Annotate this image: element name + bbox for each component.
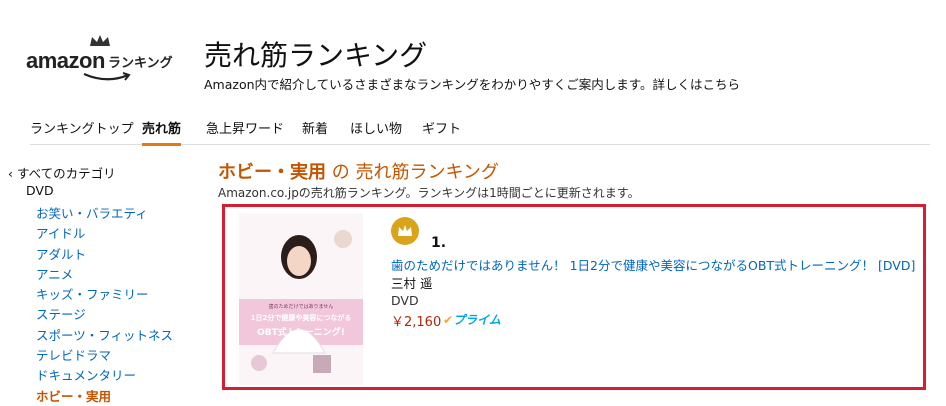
logo-amazon-text: amazon — [26, 48, 105, 73]
sidebar-item-hobby[interactable]: ホビー・実用 — [8, 386, 208, 406]
prime-label: プライム — [453, 313, 501, 327]
sidebar-item-kids[interactable]: キッズ・ファミリー — [8, 284, 208, 304]
sidebar-item-adult[interactable]: アダルト — [8, 244, 208, 264]
product-price: ￥2,160 — [391, 315, 442, 330]
ranking-item-highlight: 歯のためだけではありません 1日2分で健康や美容につながる OBT式トレーニング… — [222, 204, 926, 390]
cover-art — [239, 213, 363, 385]
product-author: 三村 遥 — [391, 276, 433, 291]
rank-number: 1. — [431, 235, 447, 251]
smile-arrow-icon — [83, 72, 131, 81]
crown-icon — [90, 35, 110, 46]
cover-top-text: 歯のためだけではありません — [268, 304, 334, 310]
cover-main-text: 1日2分で健康や美容につながる — [250, 314, 352, 322]
tab-wishlist[interactable]: ほしい物 — [350, 118, 402, 143]
category-heading: ホビー・実用 の 売れ筋ランキング — [218, 158, 499, 184]
logo-ranking-text: ランキング — [108, 56, 173, 71]
sidebar-item-anime[interactable]: アニメ — [8, 264, 208, 284]
ranking-tabs: ランキングトップ 売れ筋 急上昇ワード 新着 ほしい物 ギフト — [30, 118, 930, 146]
page-title: 売れ筋ランキング — [204, 39, 428, 72]
category-description: Amazon.co.jpの売れ筋ランキング。ランキングは1時間ごとに更新されます… — [218, 186, 640, 200]
category-heading-suffix: の 売れ筋ランキング — [326, 162, 499, 183]
sidebar-item-stage[interactable]: ステージ — [8, 304, 208, 324]
sidebar-item-sports[interactable]: スポーツ・フィットネス — [8, 325, 208, 345]
category-name: ホビー・実用 — [218, 162, 326, 183]
tab-new-releases[interactable]: 新着 — [302, 118, 328, 143]
prime-check-icon: ✔ — [443, 313, 454, 327]
tab-bestsellers[interactable]: 売れ筋 — [142, 118, 182, 146]
sidebar-all-categories[interactable]: ‹ すべてのカテゴリ — [8, 163, 208, 183]
prime-badge: ✔プライム — [443, 311, 501, 328]
cover-big-text: OBT式トレーニング! — [257, 328, 345, 338]
crown-icon — [398, 225, 412, 236]
product-title-link[interactable]: 歯のためだけではありません！ 1日2分で健康や美容につながるOBT式トレーニング… — [391, 255, 915, 274]
sidebar-parent-dvd[interactable]: DVD — [8, 183, 208, 203]
tab-gifts[interactable]: ギフト — [422, 118, 461, 143]
sidebar-item-documentary[interactable]: ドキュメンタリー — [8, 365, 208, 385]
sidebar-item-tv-drama[interactable]: テレビドラマ — [8, 345, 208, 365]
category-sidebar: ‹ すべてのカテゴリ DVD お笑い・バラエティ アイドル アダルト アニメ キ… — [8, 163, 208, 406]
sidebar-item-comedy[interactable]: お笑い・バラエティ — [8, 203, 208, 223]
sidebar-item-idol[interactable]: アイドル — [8, 223, 208, 243]
tab-ranking-top[interactable]: ランキングトップ — [30, 118, 134, 143]
page-subtitle[interactable]: Amazon内で紹介しているさまざまなランキングをわかりやすくご案内します。詳し… — [204, 74, 740, 93]
product-cover-image[interactable]: 歯のためだけではありません 1日2分で健康や美容につながる OBT式トレーニング… — [239, 213, 363, 385]
rank-badge — [391, 217, 419, 245]
tab-movers[interactable]: 急上昇ワード — [206, 118, 284, 143]
amazon-ranking-logo[interactable]: amazon ランキング — [26, 34, 186, 90]
product-format: DVD — [391, 293, 419, 308]
